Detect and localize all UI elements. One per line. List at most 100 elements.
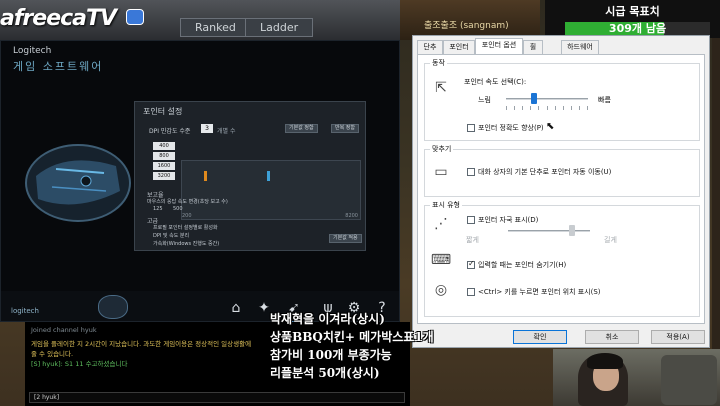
pointer-trails-icon: ⋰ [434, 216, 448, 232]
slow-label: 느림 [478, 96, 491, 104]
tab-content: 동작 ⇱ 포인터 속도 선택(C): 느림 빠름 포인터 정확도 향상(P) ⬉… [417, 54, 705, 324]
game-player-name: 출조출조 (sangnam) [424, 21, 509, 31]
dpi-marker[interactable] [267, 171, 270, 181]
snap-to-icon: ▭ [434, 164, 448, 180]
apply-defaults-button[interactable]: 기본값 적용 [329, 234, 362, 243]
tab-pointers[interactable]: 포인터 [443, 40, 475, 54]
overlay-line: 참가비 100개 부종가능 [270, 348, 392, 362]
tab-pointer-options[interactable]: 포인터 옵션 [475, 38, 523, 54]
afreeca-logo: afreecaTV [0, 6, 117, 31]
dpi-level-item[interactable]: 400 [153, 142, 175, 150]
hide-pointer-icon: ⌨ [430, 252, 452, 268]
game-tab-ladder[interactable]: Ladder [245, 18, 314, 37]
shift-dpi-button[interactable]: 반복 정함 [331, 124, 359, 133]
slider-tick [546, 106, 548, 110]
pointer-speed-icon: ⇱ [435, 80, 447, 96]
tab-buttons[interactable]: 단추 [417, 40, 443, 54]
motion-group [424, 63, 700, 141]
slider-tick [587, 106, 588, 110]
chat-input[interactable]: [2 hyuk] [29, 392, 405, 403]
mouse-cursor-icon: ⬉ [546, 121, 555, 132]
apply-button[interactable]: 적용(A) [651, 330, 705, 344]
dpi-graph[interactable]: 200 8200 [181, 160, 361, 220]
visibility-group-title: 표시 유형 [430, 200, 462, 210]
gaming-mouse-image [25, 144, 131, 222]
cancel-button[interactable]: 취소 [585, 330, 639, 344]
game-tab-ranked[interactable]: Ranked [180, 18, 251, 37]
dpi-marker[interactable] [204, 171, 207, 181]
ok-button[interactable]: 확인 [513, 330, 567, 344]
chat-input-prefix: [2 hyuk] [34, 394, 60, 401]
logitech-window: Logitech 게임 소프트웨어 포인터 설정 DPI 민감도 수준 3 개별… [0, 40, 400, 323]
logitech-title: 게임 소프트웨어 [13, 60, 104, 73]
dpi-level-count[interactable]: 3 [201, 124, 213, 133]
snap-to-checkbox[interactable] [467, 168, 475, 176]
dpi-unit: 개별 수 [217, 128, 236, 135]
dpi-level-item[interactable]: 1600 [153, 162, 175, 170]
dpi-level-item[interactable]: 800 [153, 152, 175, 160]
report-rate-option[interactable]: 125 [153, 206, 163, 212]
mouse-properties-dialog: 단추 포인터 포인터 옵션 휠 하드웨어 동작 ⇱ 포인터 속도 선택(C): … [412, 35, 710, 348]
fast-label: 빠름 [598, 96, 611, 104]
graph-min-label: 200 [182, 213, 192, 219]
goal-widget: 시급 목표치 309개 남음 [545, 0, 720, 38]
motion-group-title: 동작 [430, 58, 447, 68]
snap-to-group-title: 맞추기 [430, 144, 454, 154]
slider-tick [578, 106, 580, 110]
webcam-chair [661, 355, 717, 405]
tab-wheel[interactable]: 휠 [523, 40, 543, 54]
logitech-brand: Logitech [13, 46, 52, 56]
pointer-speed-track [506, 98, 588, 100]
pointer-speed-slider[interactable] [530, 93, 537, 104]
game-player-panel: 출조출조 (sangnam) [400, 0, 540, 40]
report-rate-desc: 마우스의 응답 속도 변경(초당 보고 수) [147, 199, 228, 205]
logitech-footer-logo: logitech [11, 307, 39, 315]
webcam-hair [587, 353, 623, 369]
pointer-speed-ticks [506, 106, 588, 110]
hide-pointer-label: 입력할 때는 포인터 숨기기(H) [478, 261, 567, 269]
slider-tick [514, 106, 516, 110]
pointer-trails-slider[interactable] [568, 225, 575, 236]
goal-title: 시급 목표치 [605, 5, 660, 18]
overlay-line: 상품BBQ치킨+ 메가박스표1개 [270, 330, 434, 344]
snap-to-label: 대화 상자의 기본 단추로 포인터 자동 이동(U) [478, 168, 612, 176]
slider-tick [506, 106, 507, 110]
slider-tick [538, 106, 540, 110]
chat-line: [S] hyuk]: S1 11 수고하셨습니다 [31, 360, 128, 368]
show-location-label: <Ctrl> 키를 누르면 포인터 위치 표시(S) [478, 288, 601, 296]
enhance-precision-label: 포인터 정확도 향상(P) [478, 124, 544, 132]
home-icon[interactable]: ⌂ [227, 299, 245, 317]
goal-remaining: 309개 남음 [608, 22, 667, 35]
device-mouse-icon[interactable] [98, 295, 128, 319]
advanced-option[interactable]: DPI 및 속도 분리 [153, 232, 189, 239]
pointer-trails-checkbox[interactable] [467, 216, 475, 224]
advanced-option[interactable]: 프로필 포인터 설정별로 활성화 [153, 224, 218, 231]
overlay-line: 박재혁을 이겨라(상시) [270, 312, 385, 326]
slider-tick [530, 106, 532, 110]
show-location-icon: ◎ [434, 282, 448, 298]
chat-line: 게임을 플레이한 지 2시간이 지났습니다. 과도한 게임이용은 정상적인 일상… [31, 340, 252, 348]
long-label: 길게 [604, 236, 617, 244]
report-rate-option[interactable]: 500 [173, 206, 183, 212]
tab-hardware[interactable]: 하드웨어 [561, 40, 599, 54]
panel-title: 포인터 설정 [143, 107, 183, 116]
graph-max-label: 8200 [345, 213, 358, 219]
pointer-speed-label: 포인터 속도 선택(C): [464, 78, 527, 86]
advanced-option[interactable]: 가속화(Windows 진행도 중간) [153, 240, 219, 247]
dpi-level-item[interactable]: 3200 [153, 172, 175, 180]
short-label: 짧게 [466, 236, 479, 244]
default-dpi-button[interactable]: 기본값 정함 [285, 124, 318, 133]
chat-line: Joined channel hyuk [31, 326, 97, 334]
slider-tick [522, 106, 524, 110]
hide-pointer-checkbox[interactable] [467, 259, 475, 269]
slider-tick [570, 106, 572, 110]
dpi-label: DPI 민감도 수준 [149, 128, 191, 135]
tv-mascot-icon [126, 9, 144, 25]
pointer-trails-label: 포인터 자국 표시(D) [478, 216, 539, 224]
enhance-precision-checkbox[interactable] [467, 124, 475, 132]
trails-track [508, 230, 590, 232]
chat-line: 줄 수 있습니다. [31, 350, 74, 358]
overlay-line: 리플분석 50개(상시) [270, 366, 380, 380]
show-location-checkbox[interactable] [467, 288, 475, 296]
slider-tick [554, 106, 556, 110]
